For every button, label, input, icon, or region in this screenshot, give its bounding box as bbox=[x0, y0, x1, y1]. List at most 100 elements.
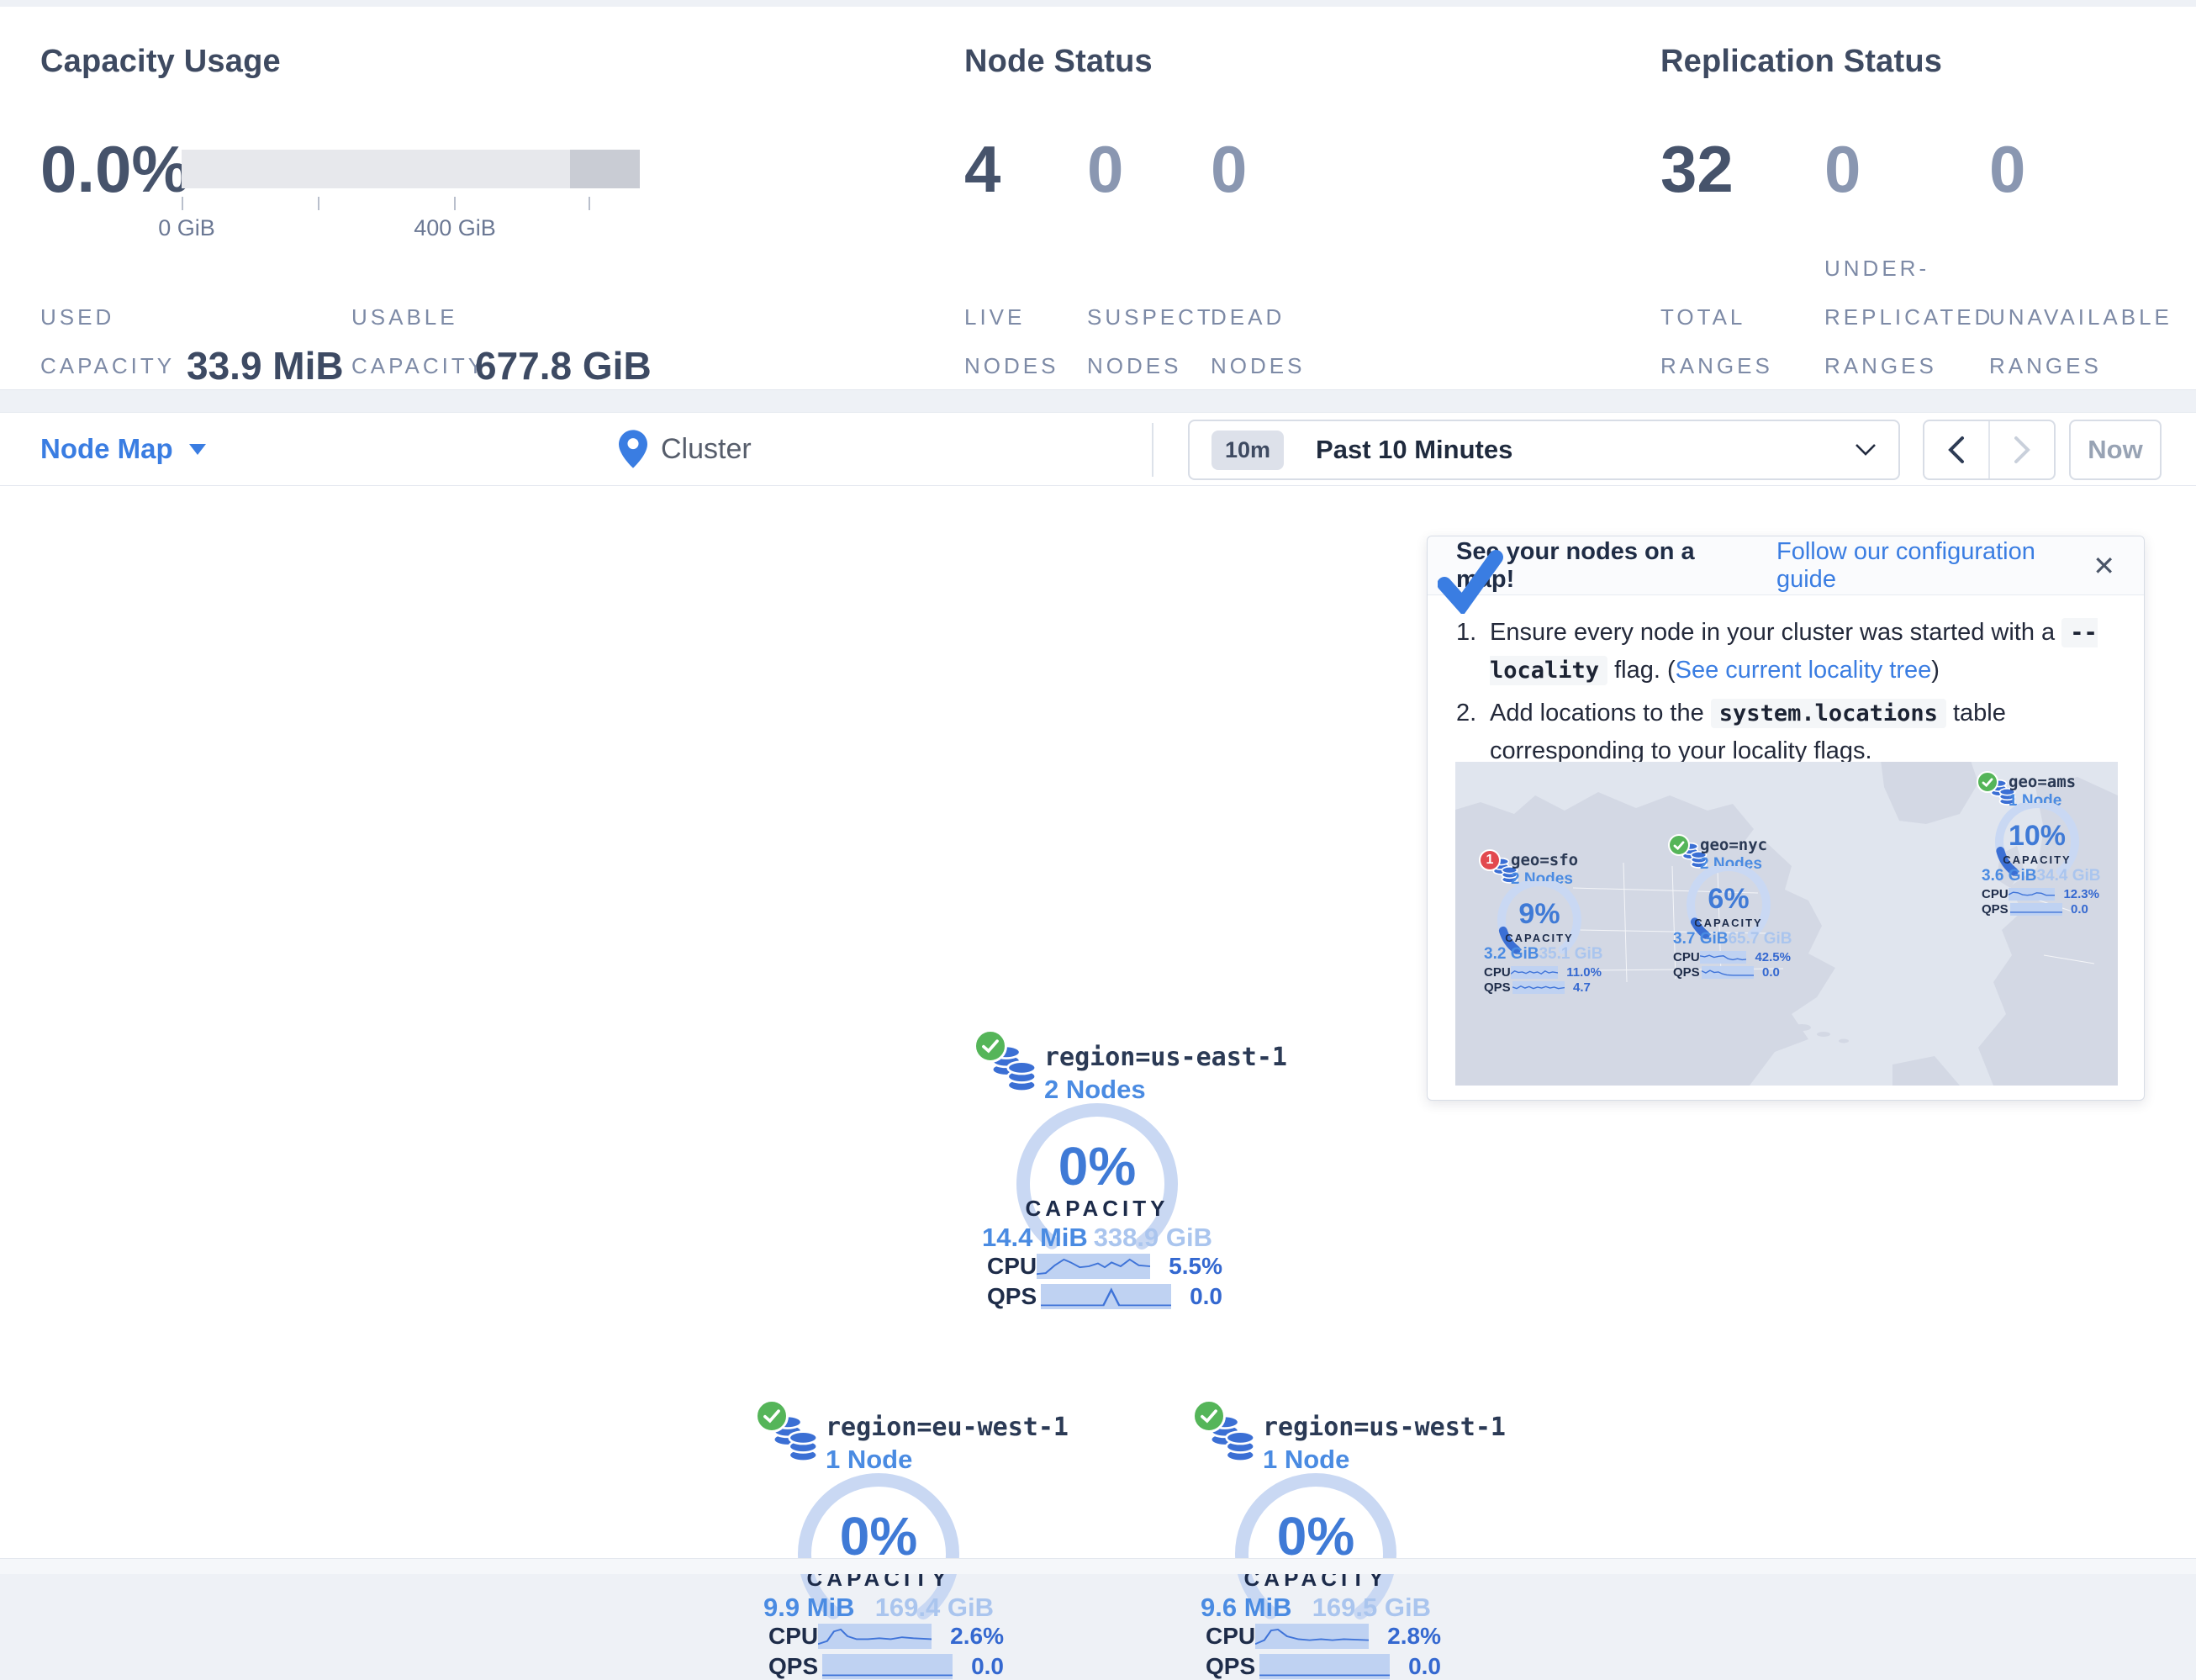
time-step-buttons bbox=[1923, 420, 2056, 480]
qps-label: QPS bbox=[768, 1653, 822, 1680]
region-total-capacity: 169.4 GiB bbox=[875, 1593, 994, 1623]
qps-label: QPS bbox=[1673, 965, 1702, 980]
capacity-usage-title: Capacity Usage bbox=[40, 44, 281, 80]
time-range-dropdown[interactable]: 10m Past 10 Minutes bbox=[1188, 420, 1900, 480]
map-node-used: 3.2 GiB bbox=[1484, 945, 1539, 964]
step-text: flag. ( bbox=[1607, 657, 1676, 684]
region-used-capacity: 14.4 MiB bbox=[982, 1223, 1088, 1253]
live-nodes-count: 4 bbox=[964, 131, 1000, 208]
cpu-sparkline bbox=[1700, 951, 1747, 964]
chevron-right-icon bbox=[2013, 436, 2031, 464]
cpu-value: 5.5% bbox=[1169, 1253, 1222, 1280]
cpu-label: CPU bbox=[987, 1253, 1037, 1280]
qps-value: 0.0 bbox=[1762, 965, 1780, 980]
capacity-gauge-label: CAPACITY bbox=[975, 1196, 1219, 1222]
capacity-tick bbox=[182, 197, 183, 210]
cpu-label: CPU bbox=[1673, 950, 1700, 964]
time-range-badge: 10m bbox=[1211, 431, 1284, 470]
close-icon[interactable]: ✕ bbox=[2093, 550, 2115, 582]
check-icon bbox=[763, 1408, 781, 1424]
capacity-gauge-percent: 0% bbox=[975, 1135, 1219, 1197]
cpu-sparkline bbox=[2009, 888, 2056, 901]
healthy-check-badge bbox=[755, 1399, 789, 1433]
qps-sparkline bbox=[1702, 966, 1754, 979]
capacity-tick bbox=[454, 197, 456, 210]
qps-value: 0.0 bbox=[1408, 1653, 1441, 1680]
usable-capacity-label: USABLE CAPACITY bbox=[351, 293, 486, 390]
cpu-sparkline bbox=[1037, 1254, 1150, 1279]
qps-value: 0.0 bbox=[2071, 902, 2088, 917]
cpu-sparkline bbox=[1255, 1624, 1369, 1649]
region-total-capacity: 338.9 GiB bbox=[1094, 1223, 1212, 1253]
page-bottom-strip bbox=[0, 1558, 2196, 1574]
view-selector-label: Node Map bbox=[40, 433, 173, 465]
step-number: 2. bbox=[1456, 695, 1490, 732]
step-text: Add locations to the bbox=[1490, 700, 1711, 726]
popup-instructions: 1.Ensure every node in your cluster was … bbox=[1428, 595, 2144, 769]
cpu-label: CPU bbox=[1982, 887, 2009, 901]
cpu-label: CPU bbox=[768, 1623, 818, 1650]
now-button[interactable]: Now bbox=[2069, 420, 2162, 480]
map-node-used: 3.6 GiB bbox=[1982, 867, 2036, 885]
map-node-label: geo=sfo bbox=[1511, 851, 1578, 869]
qps-label: QPS bbox=[1484, 980, 1512, 995]
chevron-down-icon bbox=[1855, 443, 1877, 457]
time-back-button[interactable] bbox=[1924, 421, 1988, 478]
alert-count-badge: 1 bbox=[1479, 849, 1501, 871]
locality-tree-link[interactable]: See current locality tree bbox=[1676, 657, 1932, 684]
chevron-left-icon bbox=[1947, 436, 1966, 464]
breadcrumb[interactable]: Cluster bbox=[619, 413, 752, 485]
toolbar-divider bbox=[1152, 423, 1153, 477]
time-forward-button[interactable] bbox=[1988, 421, 2054, 478]
qps-label: QPS bbox=[1206, 1653, 1259, 1680]
capacity-gauge-label: CAPACITY bbox=[1987, 853, 2088, 866]
check-icon bbox=[981, 1038, 1000, 1054]
qps-value: 4.7 bbox=[1573, 980, 1591, 995]
caret-down-icon bbox=[188, 442, 207, 456]
cpu-value: 12.3% bbox=[2063, 887, 2099, 901]
cpu-sparkline bbox=[818, 1624, 932, 1649]
nodemap-toolbar: Node Map Cluster 10m Past 10 Minutes Now bbox=[0, 412, 2196, 486]
cpu-value: 2.8% bbox=[1387, 1623, 1441, 1650]
configuration-guide-link[interactable]: Follow our configuration guide bbox=[1776, 538, 2093, 594]
healthy-check-badge bbox=[1668, 834, 1690, 856]
location-pin-icon bbox=[619, 430, 647, 468]
view-selector-dropdown[interactable]: Node Map bbox=[40, 413, 207, 485]
step-number: 1. bbox=[1456, 614, 1490, 651]
popup-header: See your nodes on a map! Follow our conf… bbox=[1428, 536, 2144, 595]
capacity-tick bbox=[589, 197, 590, 210]
cpu-sparkline bbox=[1511, 966, 1559, 979]
suspect-nodes-count: 0 bbox=[1087, 131, 1123, 208]
breadcrumb-label: Cluster bbox=[661, 433, 752, 466]
check-icon bbox=[1982, 778, 1993, 787]
qps-sparkline bbox=[1259, 1654, 1390, 1679]
unavailable-count: 0 bbox=[1989, 131, 2025, 208]
healthy-check-badge bbox=[1192, 1399, 1226, 1433]
map-node-label: geo=ams bbox=[2009, 773, 2076, 791]
map-node-label: geo=nyc bbox=[1700, 836, 1767, 854]
system-locations-code: system.locations bbox=[1711, 699, 1946, 728]
total-ranges-label: TOTAL RANGES bbox=[1660, 293, 1773, 390]
map-node-total: 34.4 GiB bbox=[2036, 867, 2100, 885]
map-node-total: 35.1 GiB bbox=[1539, 945, 1602, 964]
capacity-gauge-percent: 6% bbox=[1678, 883, 1779, 916]
region-total-capacity: 169.5 GiB bbox=[1312, 1593, 1431, 1623]
completed-check-icon bbox=[1438, 550, 1505, 614]
used-capacity-label: USED CAPACITY bbox=[40, 293, 175, 390]
qps-sparkline bbox=[1041, 1284, 1171, 1309]
under-replicated-count: 0 bbox=[1824, 131, 1861, 208]
capacity-tick-label-400: 400 GiB bbox=[414, 215, 496, 241]
cpu-value: 2.6% bbox=[950, 1623, 1004, 1650]
capacity-gauge-label: CAPACITY bbox=[1489, 932, 1590, 944]
qps-value: 0.0 bbox=[1190, 1283, 1222, 1310]
qps-label: QPS bbox=[987, 1283, 1041, 1310]
usable-capacity-value: 677.8 GiB bbox=[475, 343, 652, 388]
healthy-check-badge bbox=[1977, 771, 1998, 793]
qps-label: QPS bbox=[1982, 902, 2010, 917]
region-used-capacity: 9.6 MiB bbox=[1201, 1593, 1292, 1623]
time-range-label: Past 10 Minutes bbox=[1316, 435, 1512, 465]
cpu-value: 11.0% bbox=[1566, 965, 1602, 980]
healthy-check-badge bbox=[974, 1029, 1007, 1063]
cpu-label: CPU bbox=[1206, 1623, 1255, 1650]
capacity-usage-bar-reserved bbox=[570, 150, 640, 188]
